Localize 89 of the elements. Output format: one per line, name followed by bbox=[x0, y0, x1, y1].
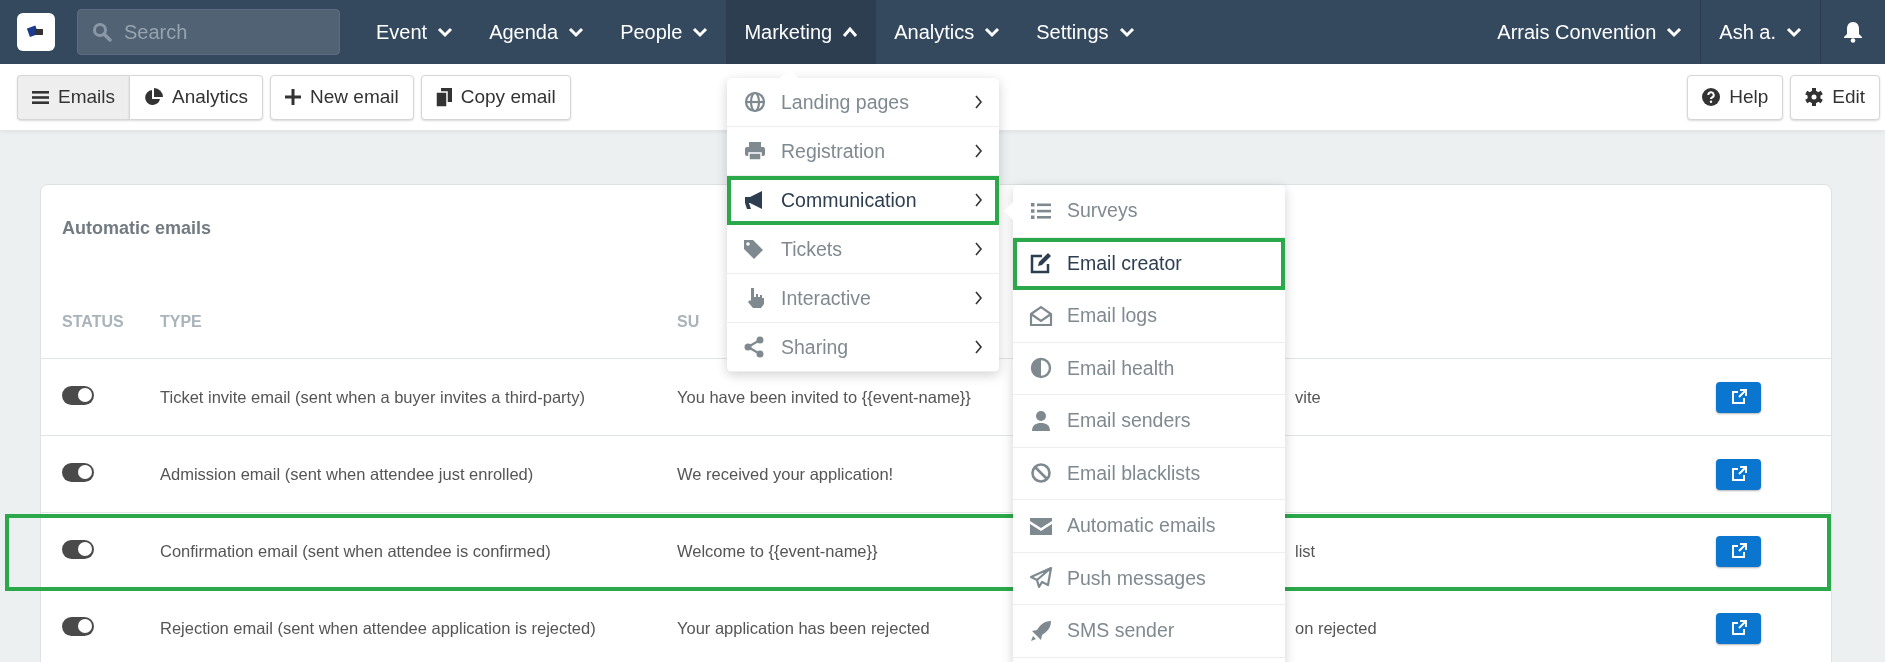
edit-button[interactable] bbox=[1716, 458, 1761, 490]
chevron-up-icon bbox=[842, 26, 859, 38]
chevron-right-icon bbox=[975, 291, 983, 305]
menu-item[interactable]: Automatic emails bbox=[1013, 500, 1285, 553]
search-icon bbox=[92, 22, 112, 42]
edit-icon bbox=[1029, 252, 1053, 275]
table-cell: You have been invited to {{event-name}} bbox=[677, 387, 971, 406]
table-cell: list bbox=[1295, 541, 1316, 560]
column-header: SU bbox=[677, 312, 700, 330]
plus-icon bbox=[285, 89, 302, 105]
conference-selector[interactable]: Arrais Convention bbox=[1479, 0, 1701, 64]
paper-plane-icon bbox=[1029, 567, 1053, 590]
external-link-icon bbox=[1730, 620, 1747, 636]
rocket-icon bbox=[1029, 619, 1053, 642]
table-cell: We received your application! bbox=[677, 464, 894, 483]
menu-item[interactable]: Landing pages bbox=[727, 78, 999, 127]
chevron-down-icon bbox=[692, 26, 709, 38]
nav-menu[interactable]: Event bbox=[358, 0, 472, 64]
search-field[interactable]: Search bbox=[77, 9, 340, 55]
chevron-down-icon bbox=[984, 26, 1001, 38]
table-cell: Welcome to {{event-name}} bbox=[677, 541, 878, 560]
chevron-right-icon bbox=[975, 340, 983, 354]
nav-menu[interactable]: Agenda bbox=[471, 0, 603, 64]
table-cell: vite bbox=[1295, 387, 1321, 406]
status-toggle[interactable] bbox=[62, 616, 94, 636]
chevron-right-icon bbox=[975, 144, 983, 158]
chevron-right-icon bbox=[975, 193, 983, 207]
table-cell: Admission email (sent when attendee just enrolled) bbox=[160, 464, 534, 483]
chevron-right-icon bbox=[975, 242, 983, 256]
column-header: TYPE bbox=[160, 312, 202, 330]
nav-menu[interactable]: Marketing bbox=[726, 0, 877, 64]
toolbar-button[interactable]: Help bbox=[1687, 74, 1784, 120]
menu-item[interactable]: Interactive bbox=[727, 274, 999, 323]
globe-icon bbox=[743, 91, 767, 113]
help-icon bbox=[1702, 88, 1721, 106]
toolbar-button[interactable]: New email bbox=[270, 74, 414, 120]
pie-chart-icon bbox=[144, 87, 163, 107]
menu-item[interactable]: Email logs bbox=[1013, 290, 1285, 343]
menu-item[interactable]: Registration bbox=[727, 127, 999, 176]
menu-item[interactable]: Communication bbox=[727, 176, 999, 225]
menu-item[interactable]: Email senders bbox=[1013, 395, 1285, 448]
menu-icon bbox=[32, 89, 49, 105]
chevron-down-icon bbox=[437, 26, 454, 38]
edit-button[interactable] bbox=[1716, 612, 1761, 644]
table-cell: Your application has been rejected bbox=[677, 618, 930, 637]
menu-item[interactable]: Surveys bbox=[1013, 185, 1285, 238]
chevron-down-icon bbox=[568, 26, 585, 38]
table-cell: Ticket invite email (sent when a buyer invites a third-party) bbox=[160, 387, 585, 406]
printer-icon bbox=[743, 140, 767, 162]
copy-icon bbox=[435, 87, 452, 107]
chevron-right-icon bbox=[975, 95, 983, 109]
menu-item[interactable]: SMS sender bbox=[1013, 605, 1285, 658]
status-toggle[interactable] bbox=[62, 462, 94, 482]
table-cell: on rejected bbox=[1295, 618, 1377, 637]
view-tab[interactable]: Emails bbox=[17, 74, 129, 120]
menu-item[interactable]: Tickets bbox=[727, 225, 999, 274]
card-title: Automatic emails bbox=[62, 218, 212, 239]
nav-menu[interactable]: Analytics bbox=[876, 0, 1019, 64]
chevron-down-icon bbox=[1786, 26, 1802, 38]
search-input[interactable]: Search bbox=[122, 19, 316, 45]
toolbar-button[interactable]: Copy email bbox=[420, 74, 571, 120]
view-tab[interactable]: Analytics bbox=[129, 74, 264, 120]
menu-item[interactable]: Push messages bbox=[1013, 552, 1285, 605]
external-link-icon bbox=[1730, 543, 1747, 559]
edit-button[interactable] bbox=[1716, 535, 1761, 567]
nav-menu[interactable]: Settings bbox=[1018, 0, 1153, 64]
logo-icon[interactable] bbox=[17, 13, 55, 51]
bell-icon[interactable] bbox=[1843, 21, 1863, 43]
status-toggle[interactable] bbox=[62, 539, 94, 559]
status-toggle[interactable] bbox=[62, 385, 94, 405]
chevron-down-icon bbox=[1666, 26, 1683, 38]
edit-button[interactable] bbox=[1716, 381, 1761, 413]
external-link-icon bbox=[1730, 466, 1747, 482]
column-header: STATUS bbox=[62, 312, 124, 330]
half-circle-icon bbox=[1029, 357, 1053, 380]
chevron-down-icon bbox=[1118, 26, 1135, 38]
table-cell: Rejection email (sent when attendee application is rejected) bbox=[160, 618, 596, 637]
table-cell: Confirmation email (sent when attendee is confirmed) bbox=[160, 541, 551, 560]
nav-menu[interactable]: People bbox=[602, 0, 727, 64]
ban-icon bbox=[1029, 462, 1053, 485]
toolbar-button[interactable]: Edit bbox=[1790, 74, 1880, 120]
menu-item[interactable]: Sharing bbox=[727, 323, 999, 372]
menu-item[interactable]: Email blacklists bbox=[1013, 447, 1285, 500]
external-link-icon bbox=[1730, 389, 1747, 405]
envelope-open-icon bbox=[1029, 304, 1053, 327]
settings-icon bbox=[1805, 88, 1824, 106]
user-icon bbox=[1029, 409, 1053, 432]
menu-item[interactable]: Email creator bbox=[1013, 237, 1285, 290]
menu-item[interactable]: Email health bbox=[1013, 342, 1285, 395]
